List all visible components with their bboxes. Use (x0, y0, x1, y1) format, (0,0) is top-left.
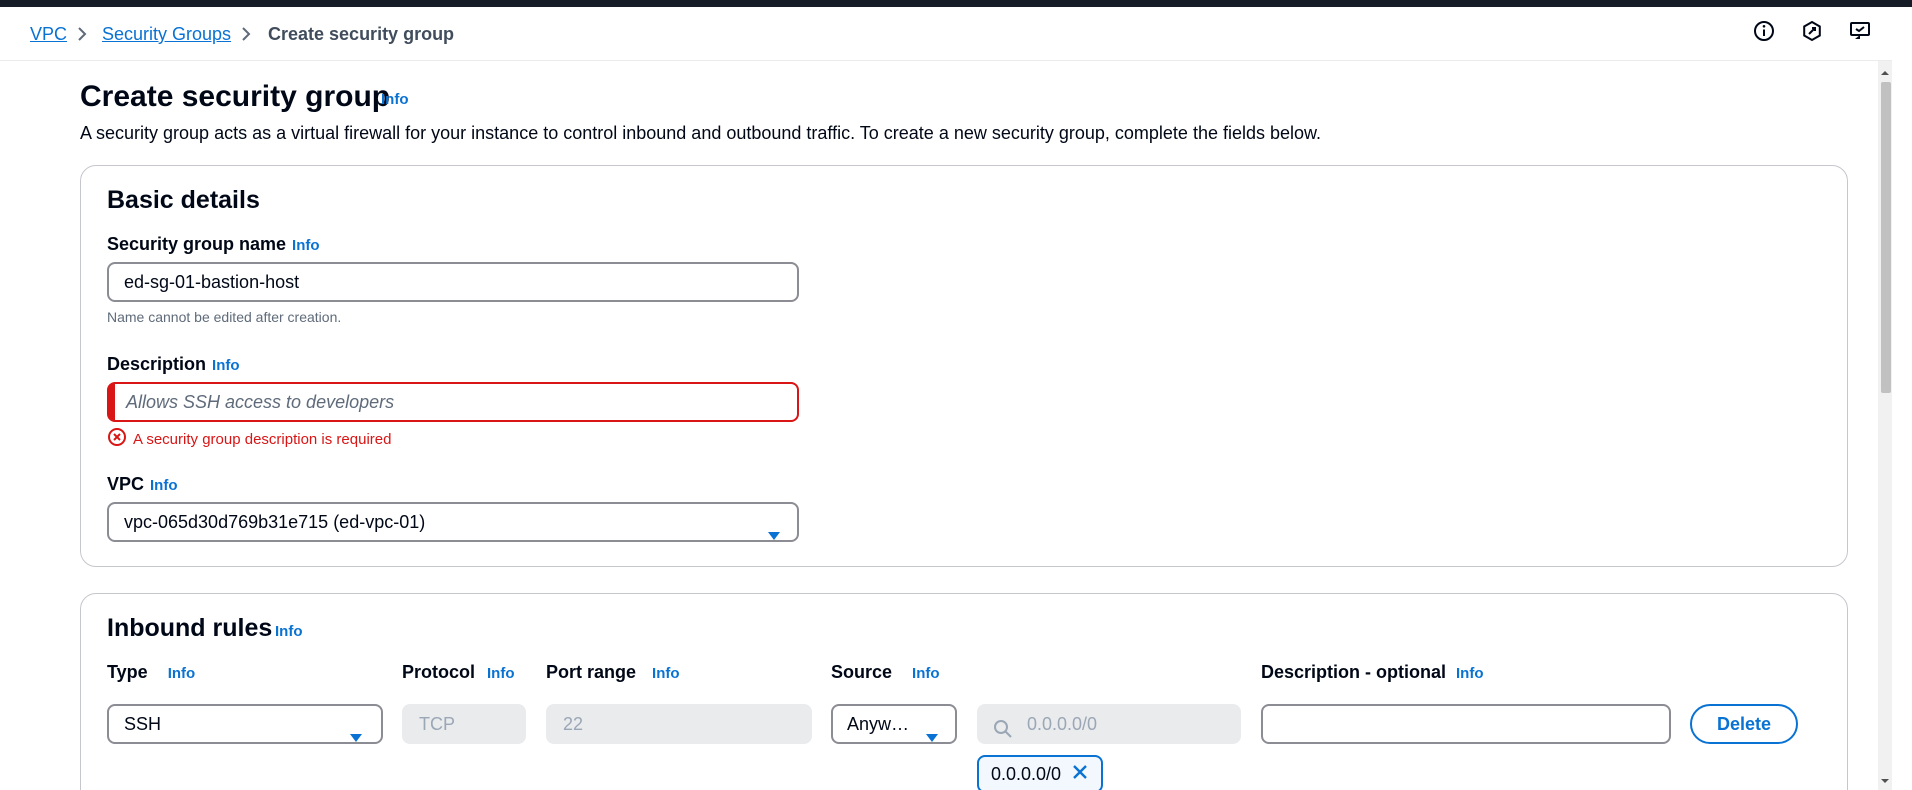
type-info-link[interactable]: Info (168, 665, 196, 682)
delete-rule-button[interactable]: Delete (1690, 704, 1798, 744)
column-port-range-label: Port range Info (546, 661, 680, 685)
top-bar (0, 0, 1912, 7)
page-title: Create security group (80, 80, 391, 113)
inbound-rules-info-link[interactable]: Info (275, 623, 303, 640)
description-input[interactable]: Allows SSH access to developers (107, 382, 799, 422)
settings-hexagon-icon[interactable] (1800, 19, 1824, 43)
source-cidr-token-text: 0.0.0.0/0 (991, 764, 1062, 784)
scroll-up-icon[interactable] (1878, 65, 1892, 79)
breadcrumb-security-groups[interactable]: Security Groups (102, 23, 231, 45)
port-range-info-link[interactable]: Info (652, 665, 680, 682)
column-protocol-text: Protocol (402, 662, 476, 682)
column-source-label: Source Info (831, 661, 940, 685)
breadcrumb-vpc[interactable]: VPC (30, 23, 67, 45)
rule-protocol-input: TCP (402, 704, 526, 744)
rule-description-input[interactable] (1261, 704, 1671, 744)
rule-source-search-input[interactable]: 0.0.0.0/0 (977, 704, 1241, 744)
close-icon[interactable] (1071, 758, 1089, 790)
inbound-rules-card: Inbound rules Info Type Info Protocol Info… (80, 593, 1848, 790)
vpc-label: VPC Info (107, 473, 178, 497)
description-error-text: A security group description is required (133, 430, 392, 448)
column-description-label: Description - optional Info (1261, 661, 1484, 685)
description-label-text: Description (107, 354, 207, 374)
rule-source-type-value: Anyw… (847, 714, 910, 734)
caret-down-icon (349, 719, 363, 742)
basic-details-title: Basic details (107, 186, 260, 214)
security-group-name-hint: Name cannot be edited after creation. (107, 309, 342, 325)
feedback-screen-icon[interactable] (1848, 19, 1872, 43)
source-info-link[interactable]: Info (912, 665, 940, 682)
column-description-text: Description - optional (1261, 662, 1447, 682)
chevron-right-icon (239, 23, 253, 45)
security-group-name-label-text: Security group name (107, 234, 287, 254)
protocol-info-link[interactable]: Info (487, 665, 515, 682)
scrollbar[interactable] (1878, 61, 1892, 790)
description-error: A security group description is required (107, 427, 391, 453)
scroll-thumb[interactable] (1881, 82, 1891, 393)
security-group-name-info-link[interactable]: Info (292, 237, 320, 254)
description-label: Description Info (107, 353, 240, 377)
rule-source-search-placeholder: 0.0.0.0/0 (1027, 714, 1098, 734)
vpc-select[interactable]: vpc-065d30d769b31e715 (ed-vpc-01) (107, 502, 799, 542)
description-info-link[interactable]: Info (212, 357, 240, 374)
vpc-select-value: vpc-065d30d769b31e715 (ed-vpc-01) (124, 512, 426, 532)
column-type-text: Type (107, 662, 148, 682)
info-icon[interactable] (1752, 19, 1776, 43)
rule-port-range-input: 22 (546, 704, 812, 744)
error-circle-icon (107, 427, 127, 453)
caret-down-icon (767, 517, 781, 540)
security-group-name-label: Security group name Info (107, 233, 320, 257)
caret-down-icon (925, 719, 939, 742)
vpc-info-link[interactable]: Info (150, 477, 178, 494)
page-description: A security group acts as a virtual firew… (80, 123, 1322, 143)
security-group-name-input[interactable]: ed-sg-01-bastion-host (107, 262, 799, 302)
vpc-label-text: VPC (107, 474, 145, 494)
column-type-label: Type Info (107, 661, 195, 685)
rule-type-select[interactable]: SSH (107, 704, 383, 744)
rule-type-value: SSH (124, 714, 162, 734)
source-cidr-token: 0.0.0.0/0 (977, 755, 1104, 790)
column-protocol-label: Protocol Info (402, 661, 515, 685)
column-port-range-text: Port range (546, 662, 637, 682)
description-optional-info-link[interactable]: Info (1456, 665, 1484, 682)
search-icon (993, 715, 1013, 742)
description-placeholder: Allows SSH access to developers (126, 392, 395, 412)
inbound-rules-title: Inbound rules (107, 614, 273, 642)
scroll-down-icon[interactable] (1878, 773, 1892, 787)
breadcrumb: VPC Security Groups Create security grou… (0, 7, 1892, 61)
column-source-text: Source (831, 662, 893, 682)
breadcrumb-current: Create security group (268, 24, 455, 44)
rule-source-type-select[interactable]: Anyw… (831, 704, 957, 744)
basic-details-card: Basic details Security group name Info ed… (80, 165, 1848, 567)
page-info-link[interactable]: Info (381, 91, 409, 108)
chevron-right-icon (75, 23, 89, 45)
